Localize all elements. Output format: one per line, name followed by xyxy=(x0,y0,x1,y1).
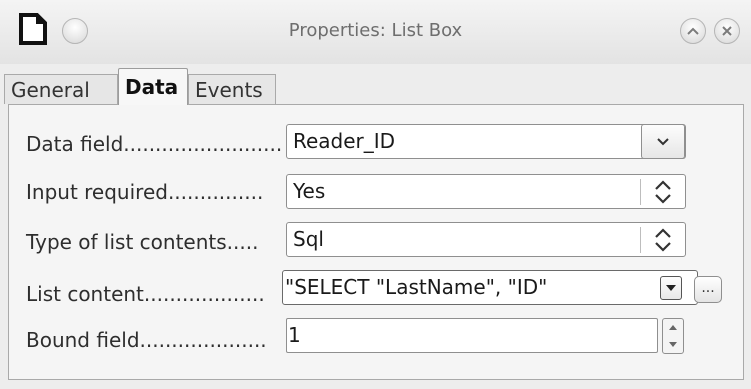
type-of-list-contents-label: Type of list contents..... xyxy=(26,230,259,254)
up-down-arrows-icon xyxy=(655,180,671,204)
tab-data[interactable]: Data xyxy=(118,68,188,105)
chevron-down-icon xyxy=(657,137,669,145)
close-icon xyxy=(722,26,732,36)
bound-field-input[interactable]: 1 xyxy=(286,318,658,353)
list-content-label: List content................... xyxy=(26,282,265,306)
divider xyxy=(640,227,641,253)
title-bar: Properties: List Box xyxy=(0,0,751,64)
bound-field-spinner[interactable] xyxy=(662,318,684,354)
close-button[interactable] xyxy=(714,18,740,44)
input-required-value: Yes xyxy=(293,179,326,203)
list-content-value: "SELECT "LastName", "ID" xyxy=(285,275,548,299)
up-down-arrows-icon xyxy=(655,228,671,252)
triangle-down-icon xyxy=(666,285,676,291)
data-field-dropdown-button[interactable] xyxy=(641,124,685,159)
chevron-up-icon xyxy=(687,27,699,35)
list-content-more-button[interactable]: ... xyxy=(694,276,722,303)
input-required-label: Input required............... xyxy=(26,180,264,204)
triangle-up-icon xyxy=(669,325,677,330)
type-of-list-contents-value: Sql xyxy=(293,227,324,251)
triangle-down-icon xyxy=(669,342,677,347)
bound-field-value: 1 xyxy=(288,323,301,347)
data-field-combobox[interactable]: Reader_ID xyxy=(286,124,686,159)
data-field-label: Data field......................... xyxy=(26,132,283,156)
tab-general[interactable]: General xyxy=(4,74,118,104)
minimize-button[interactable] xyxy=(680,18,706,44)
list-content-combobox[interactable]: "SELECT "LastName", "ID" xyxy=(282,270,698,305)
input-required-select[interactable]: Yes xyxy=(286,174,686,209)
spin-up-button[interactable] xyxy=(663,319,683,336)
data-field-value: Reader_ID xyxy=(293,129,396,153)
window-title: Properties: List Box xyxy=(288,20,463,41)
type-of-list-contents-select[interactable]: Sql xyxy=(286,222,686,257)
tab-events[interactable]: Events xyxy=(188,74,276,104)
list-content-dropdown-button[interactable] xyxy=(660,276,682,300)
bound-field-label: Bound field.................... xyxy=(26,328,267,352)
spin-down-button[interactable] xyxy=(663,336,683,353)
divider xyxy=(640,179,641,205)
